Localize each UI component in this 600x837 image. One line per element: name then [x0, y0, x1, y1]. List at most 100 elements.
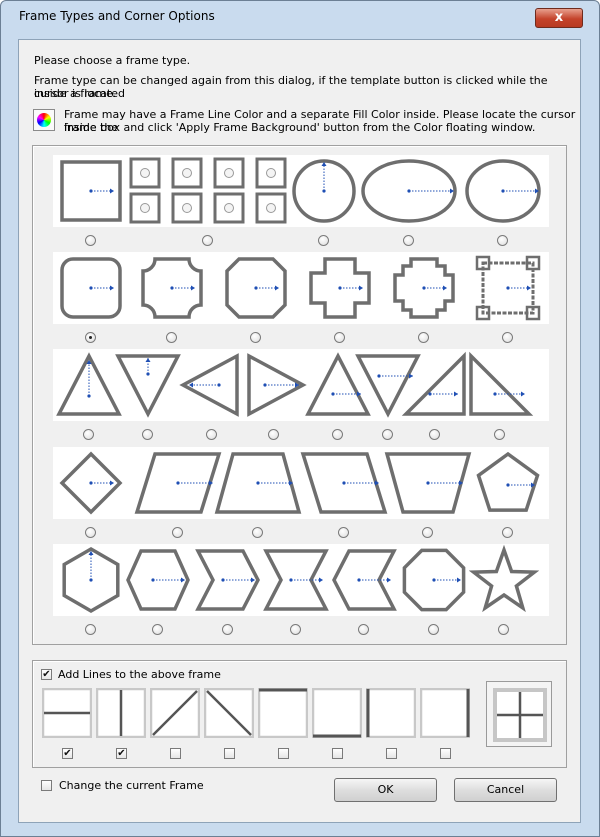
frame-shape-octagon[interactable]	[399, 544, 469, 616]
frame-shape-hexagon-vertical[interactable]	[56, 544, 126, 616]
frame-radio-rounded-rectangle[interactable]	[85, 332, 96, 343]
line-option-horizontal-middle[interactable]	[41, 687, 93, 741]
line-checkbox-right-line[interactable]	[440, 748, 451, 759]
line-checkbox-vertical-middle[interactable]: ✔	[116, 748, 127, 759]
frame-shape-trapezoid-inverted[interactable]	[383, 447, 473, 519]
line-option-top-line[interactable]	[257, 687, 309, 741]
add-lines-label: Add Lines to the above frame	[58, 668, 221, 681]
frame-radio-triangle-left[interactable]	[206, 429, 217, 440]
line-preview-top-line	[257, 687, 309, 739]
frame-shape-trapezoid[interactable]	[213, 447, 303, 519]
frame-shape-bowtie[interactable]	[261, 544, 331, 616]
frame-shape-chevron-reverse[interactable]	[329, 544, 399, 616]
window-title: Frame Types and Corner Options	[19, 9, 215, 23]
frame-shape-oval[interactable]	[463, 155, 543, 227]
line-checkbox-horizontal-middle[interactable]: ✔	[62, 748, 73, 759]
frame-radio-chamfered-rectangle[interactable]	[250, 332, 261, 343]
frame-radio-triangle-down-wide[interactable]	[382, 429, 393, 440]
frame-radio-right-triangle-left[interactable]	[494, 429, 505, 440]
line-checkbox-top-line[interactable]	[278, 748, 289, 759]
intro-line-1: Please choose a frame type.	[34, 54, 191, 67]
intro-line-2-cont: inside a frame.	[34, 87, 117, 100]
frame-shape-triangle-left[interactable]	[177, 349, 247, 421]
frame-radio-triangle-down[interactable]	[142, 429, 153, 440]
frame-shape-parallelogram[interactable]	[133, 447, 223, 519]
line-preview-right-line	[419, 687, 471, 739]
change-current-frame-checkbox[interactable]	[41, 780, 52, 791]
frame-shape-star[interactable]	[469, 544, 539, 616]
line-checkbox-bottom-line[interactable]	[332, 748, 343, 759]
line-checkbox-diagonal-down[interactable]	[224, 748, 235, 759]
frame-radio-chevron[interactable]	[222, 624, 233, 635]
frame-radio-hexagon-vertical[interactable]	[85, 624, 96, 635]
line-option-diagonal-up[interactable]	[149, 687, 201, 741]
line-option-bottom-line[interactable]	[311, 687, 363, 741]
frame-shape-diamond[interactable]	[56, 447, 126, 519]
frame-radio-rectangle[interactable]	[85, 235, 96, 246]
frame-radio-ellipse[interactable]	[403, 235, 414, 246]
frame-radio-diamond[interactable]	[85, 527, 96, 538]
frame-shape-rectangle-corner-options[interactable]	[128, 155, 288, 227]
frame-radio-rectangle-corner-options[interactable]	[202, 235, 213, 246]
frame-radio-chevron-reverse[interactable]	[358, 624, 369, 635]
frame-shape-rectangle[interactable]	[56, 155, 126, 227]
frame-radio-bowtie[interactable]	[290, 624, 301, 635]
frame-radio-star[interactable]	[498, 624, 509, 635]
line-option-right-line[interactable]	[419, 687, 471, 741]
frame-shape-right-triangle-right[interactable]	[400, 349, 470, 421]
frame-radio-stepped-cross[interactable]	[418, 332, 429, 343]
line-option-left-line[interactable]	[365, 687, 417, 741]
frame-shape-triangle-right[interactable]	[239, 349, 309, 421]
frame-type-row	[53, 447, 549, 519]
frame-shape-chevron[interactable]	[193, 544, 263, 616]
frame-radio-oval[interactable]	[497, 235, 508, 246]
frame-shape-chamfered-rectangle[interactable]	[221, 252, 291, 324]
frame-shape-pentagon[interactable]	[473, 447, 543, 519]
frame-radio-right-triangle-right[interactable]	[429, 429, 440, 440]
line-option-diagonal-down[interactable]	[203, 687, 255, 741]
frame-shape-right-triangle-left[interactable]	[465, 349, 535, 421]
frame-shape-ellipse[interactable]	[359, 155, 459, 227]
line-preview-bottom-line	[311, 687, 363, 739]
close-button[interactable]: x	[535, 8, 583, 28]
frame-radio-trapezoid[interactable]	[252, 527, 263, 538]
intro-line-3-cont: frame box and click 'Apply Frame Backgro…	[64, 121, 536, 134]
frame-radio-pentagon[interactable]	[502, 527, 513, 538]
frame-radio-cross[interactable]	[334, 332, 345, 343]
frame-radio-notched-rectangle[interactable]	[502, 332, 513, 343]
frame-radio-triangle-up[interactable]	[83, 429, 94, 440]
frame-shape-triangle-down[interactable]	[113, 349, 183, 421]
lines-preview	[486, 681, 552, 747]
frame-radio-circle[interactable]	[318, 235, 329, 246]
frame-radio-triangle-right[interactable]	[268, 429, 279, 440]
add-lines-checkbox[interactable]: ✔	[41, 669, 52, 680]
frame-type-row	[53, 155, 549, 227]
line-preview-left-line	[365, 687, 417, 739]
cancel-button[interactable]: Cancel	[454, 778, 557, 802]
frame-shape-inner-rounded-rectangle[interactable]	[137, 252, 207, 324]
change-current-frame-label: Change the current Frame	[59, 779, 204, 792]
frame-radio-trapezoid-inverted[interactable]	[422, 527, 433, 538]
line-checkbox-left-line[interactable]	[386, 748, 397, 759]
line-checkbox-diagonal-up[interactable]	[170, 748, 181, 759]
frame-shape-stepped-cross[interactable]	[389, 252, 459, 324]
frame-radio-triangle-up-wide[interactable]	[332, 429, 343, 440]
line-option-vertical-middle[interactable]	[95, 687, 147, 741]
frame-shape-circle[interactable]	[289, 155, 359, 227]
ok-button[interactable]: OK	[334, 778, 437, 802]
frame-shape-notched-rectangle[interactable]	[473, 252, 543, 324]
frame-shape-parallelogram-reverse[interactable]	[299, 447, 389, 519]
line-preview-horizontal-middle	[41, 687, 93, 739]
frame-shape-hexagon[interactable]	[123, 544, 193, 616]
frame-radio-parallelogram[interactable]	[172, 527, 183, 538]
title-bar[interactable]: Frame Types and Corner Options x	[1, 1, 599, 33]
frame-type-row	[53, 252, 549, 324]
frame-radio-octagon[interactable]	[428, 624, 439, 635]
color-wheel-icon	[33, 109, 55, 131]
frame-radio-parallelogram-reverse[interactable]	[338, 527, 349, 538]
line-preview-diagonal-up	[149, 687, 201, 739]
frame-radio-inner-rounded-rectangle[interactable]	[166, 332, 177, 343]
frame-shape-cross[interactable]	[305, 252, 375, 324]
frame-shape-rounded-rectangle[interactable]	[56, 252, 126, 324]
frame-radio-hexagon[interactable]	[152, 624, 163, 635]
